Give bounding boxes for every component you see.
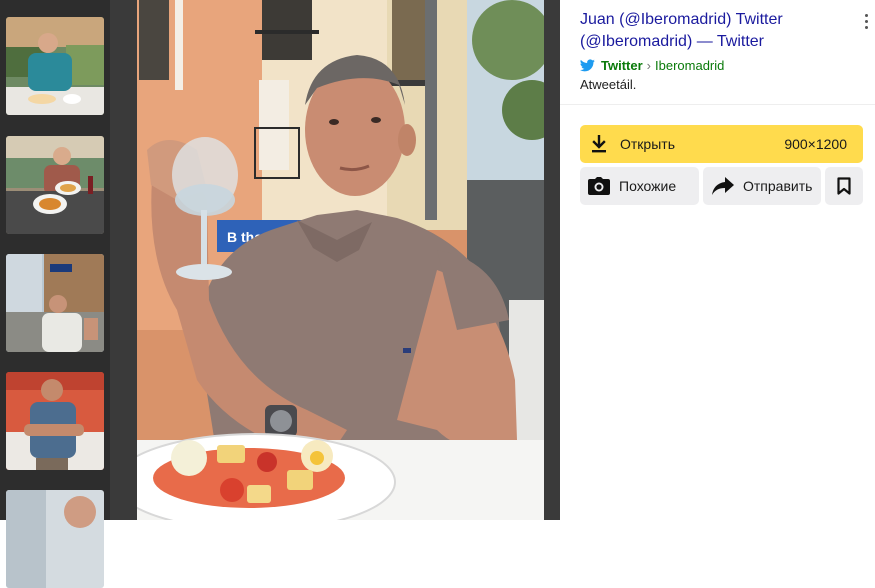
- similar-button[interactable]: Похожие: [580, 167, 699, 205]
- share-button-label: Отправить: [743, 178, 813, 194]
- thumbnail-3[interactable]: [6, 254, 104, 352]
- thumbnail-2[interactable]: [6, 136, 104, 234]
- main-photo[interactable]: B the tra: [137, 0, 544, 520]
- thumbnail-1[interactable]: [6, 17, 104, 115]
- similar-button-label: Похожие: [619, 178, 677, 194]
- source-path-link[interactable]: Iberomadrid: [655, 58, 724, 73]
- share-button[interactable]: Отправить: [703, 167, 821, 205]
- info-panel: Juan (@Iberomadrid) Twitter (@Iberomadri…: [560, 0, 875, 520]
- more-vertical-icon-dot: [864, 25, 868, 29]
- share-arrow-icon: [712, 177, 734, 195]
- bookmark-button[interactable]: [825, 167, 863, 205]
- more-vertical-icon: [864, 13, 868, 17]
- snippet-text: Atweetáil.: [580, 77, 637, 92]
- more-menu-button[interactable]: [858, 10, 874, 32]
- page-title-link[interactable]: Juan (@Iberomadrid) Twitter (@Iberomadri…: [580, 9, 840, 53]
- thumbnail-5[interactable]: [6, 490, 104, 588]
- download-icon: [590, 135, 608, 153]
- source-breadcrumb: Twitter › Iberomadrid: [580, 56, 724, 74]
- breadcrumb-separator: ›: [646, 57, 651, 73]
- camera-icon: [588, 177, 610, 195]
- thumbnail-strip[interactable]: [0, 0, 110, 588]
- more-vertical-icon-dot: [864, 19, 868, 23]
- open-button-label: Открыть: [620, 136, 675, 152]
- bookmark-icon: [837, 177, 851, 195]
- source-name-link[interactable]: Twitter: [601, 58, 643, 73]
- twitter-bird-icon: [580, 58, 595, 71]
- thumbnail-4[interactable]: [6, 372, 104, 470]
- image-size-label: 900×1200: [784, 136, 847, 152]
- divider: [560, 104, 875, 105]
- open-button[interactable]: Открыть 900×1200: [580, 125, 863, 163]
